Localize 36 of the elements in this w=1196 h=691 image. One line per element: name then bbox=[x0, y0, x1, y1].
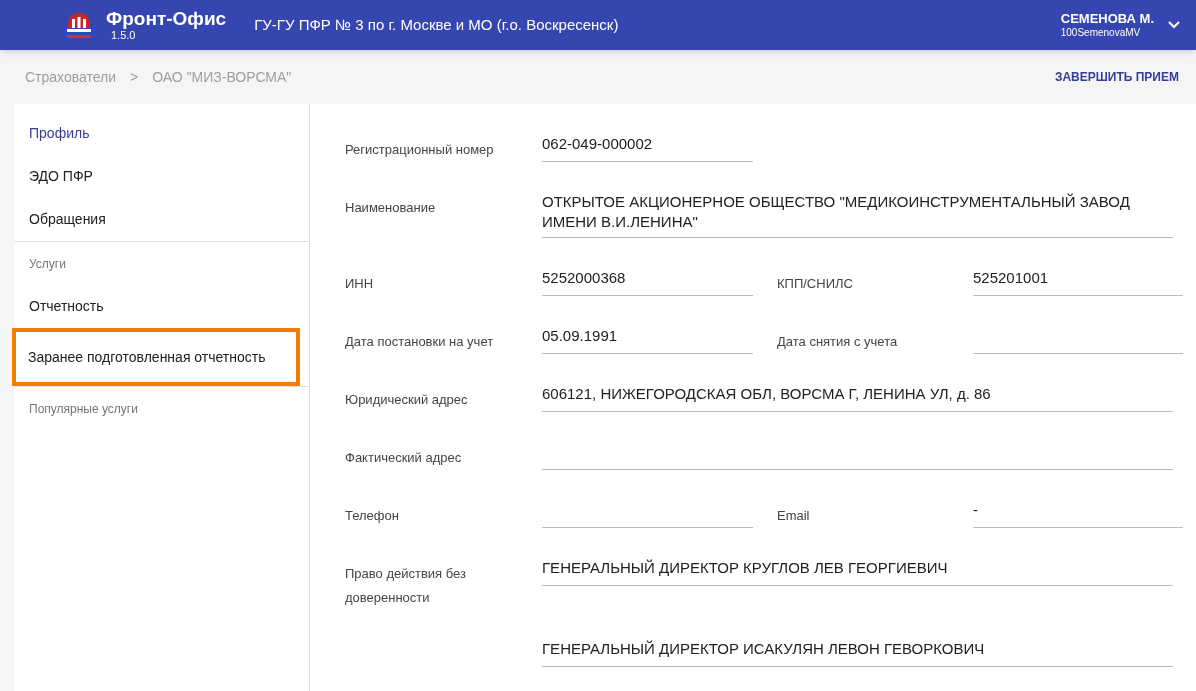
sidebar-item[interactable]: ЭДО ПФР bbox=[29, 166, 93, 187]
input-field[interactable]: 062-049-000002 bbox=[542, 134, 753, 162]
sidebar-item[interactable]: Обращения bbox=[29, 209, 106, 230]
input-field[interactable]: 5252000368 bbox=[542, 268, 753, 296]
field-label: ИНН bbox=[345, 276, 374, 291]
input-field[interactable]: - bbox=[973, 500, 1183, 528]
input-field[interactable]: ГЕНЕРАЛЬНЫЙ ДИРЕКТОР КРУГЛОВ ЛЕВ ГЕОРГИЕВИЧ bbox=[542, 558, 1173, 586]
section-header: Популярные услуги bbox=[29, 400, 138, 418]
sidebar-item[interactable]: Отчетность bbox=[29, 296, 104, 317]
field-label: КПП/СНИЛС bbox=[777, 276, 853, 291]
section-header: Услуги bbox=[29, 255, 66, 273]
breadcrumb-separator: > bbox=[130, 67, 139, 87]
app-title: Фронт-Офис bbox=[106, 9, 227, 28]
field-label: Наименование bbox=[345, 200, 436, 215]
field-label: Email bbox=[777, 508, 810, 523]
field-label: Дата снятия с учета bbox=[777, 334, 898, 349]
sidebar-item[interactable]: Заранее подготовленная отчетность bbox=[28, 346, 266, 368]
chevron-down-icon[interactable] bbox=[1168, 21, 1180, 29]
input-field[interactable]: 606121, НИЖЕГОРОДСКАЯ ОБЛ, ВОРСМА Г, ЛЕНИНА УЛ, д. 86 bbox=[542, 384, 1173, 412]
user-name: СЕМЕНОВА М. bbox=[1060, 10, 1154, 27]
app-version: 1.5.0 bbox=[111, 30, 137, 41]
field-label: Регистрационный номер bbox=[345, 142, 494, 157]
field-label: Право действия без доверенности bbox=[345, 566, 466, 605]
office-name: ГУ-ГУ ПФР № 3 по г. Москве и МО (г.о. Воскресенск) bbox=[254, 14, 619, 35]
input-field[interactable]: ОТКРЫТОЕ АКЦИОНЕРНОЕ ОБЩЕСТВО "МЕДИКОИНСТРУМЕНТАЛЬНЫЙ ЗАВОД ИМЕНИ В.И.ЛЕНИНА" bbox=[542, 192, 1173, 238]
input-field[interactable]: 05.09.1991 bbox=[542, 326, 753, 354]
field-label: Дата постановки на учет bbox=[345, 334, 494, 349]
field-label: Телефон bbox=[345, 508, 399, 523]
input-field[interactable]: 525201001 bbox=[973, 268, 1183, 296]
finish-button[interactable]: ЗАВЕРШИТЬ ПРИЕМ bbox=[1054, 68, 1179, 86]
user-login: 100SemenovaMV bbox=[1060, 26, 1142, 40]
field-label: Юридический адрес bbox=[345, 392, 468, 407]
input-field[interactable]: ГЕНЕРАЛЬНЫЙ ДИРЕКТОР ИСАКУЛЯН ЛЕВОН ГЕВОРКОВИЧ bbox=[542, 639, 1173, 667]
logo-icon bbox=[64, 10, 94, 40]
sidebar-item[interactable]: Профиль bbox=[29, 123, 90, 144]
field-label: Фактический адрес bbox=[345, 450, 462, 465]
